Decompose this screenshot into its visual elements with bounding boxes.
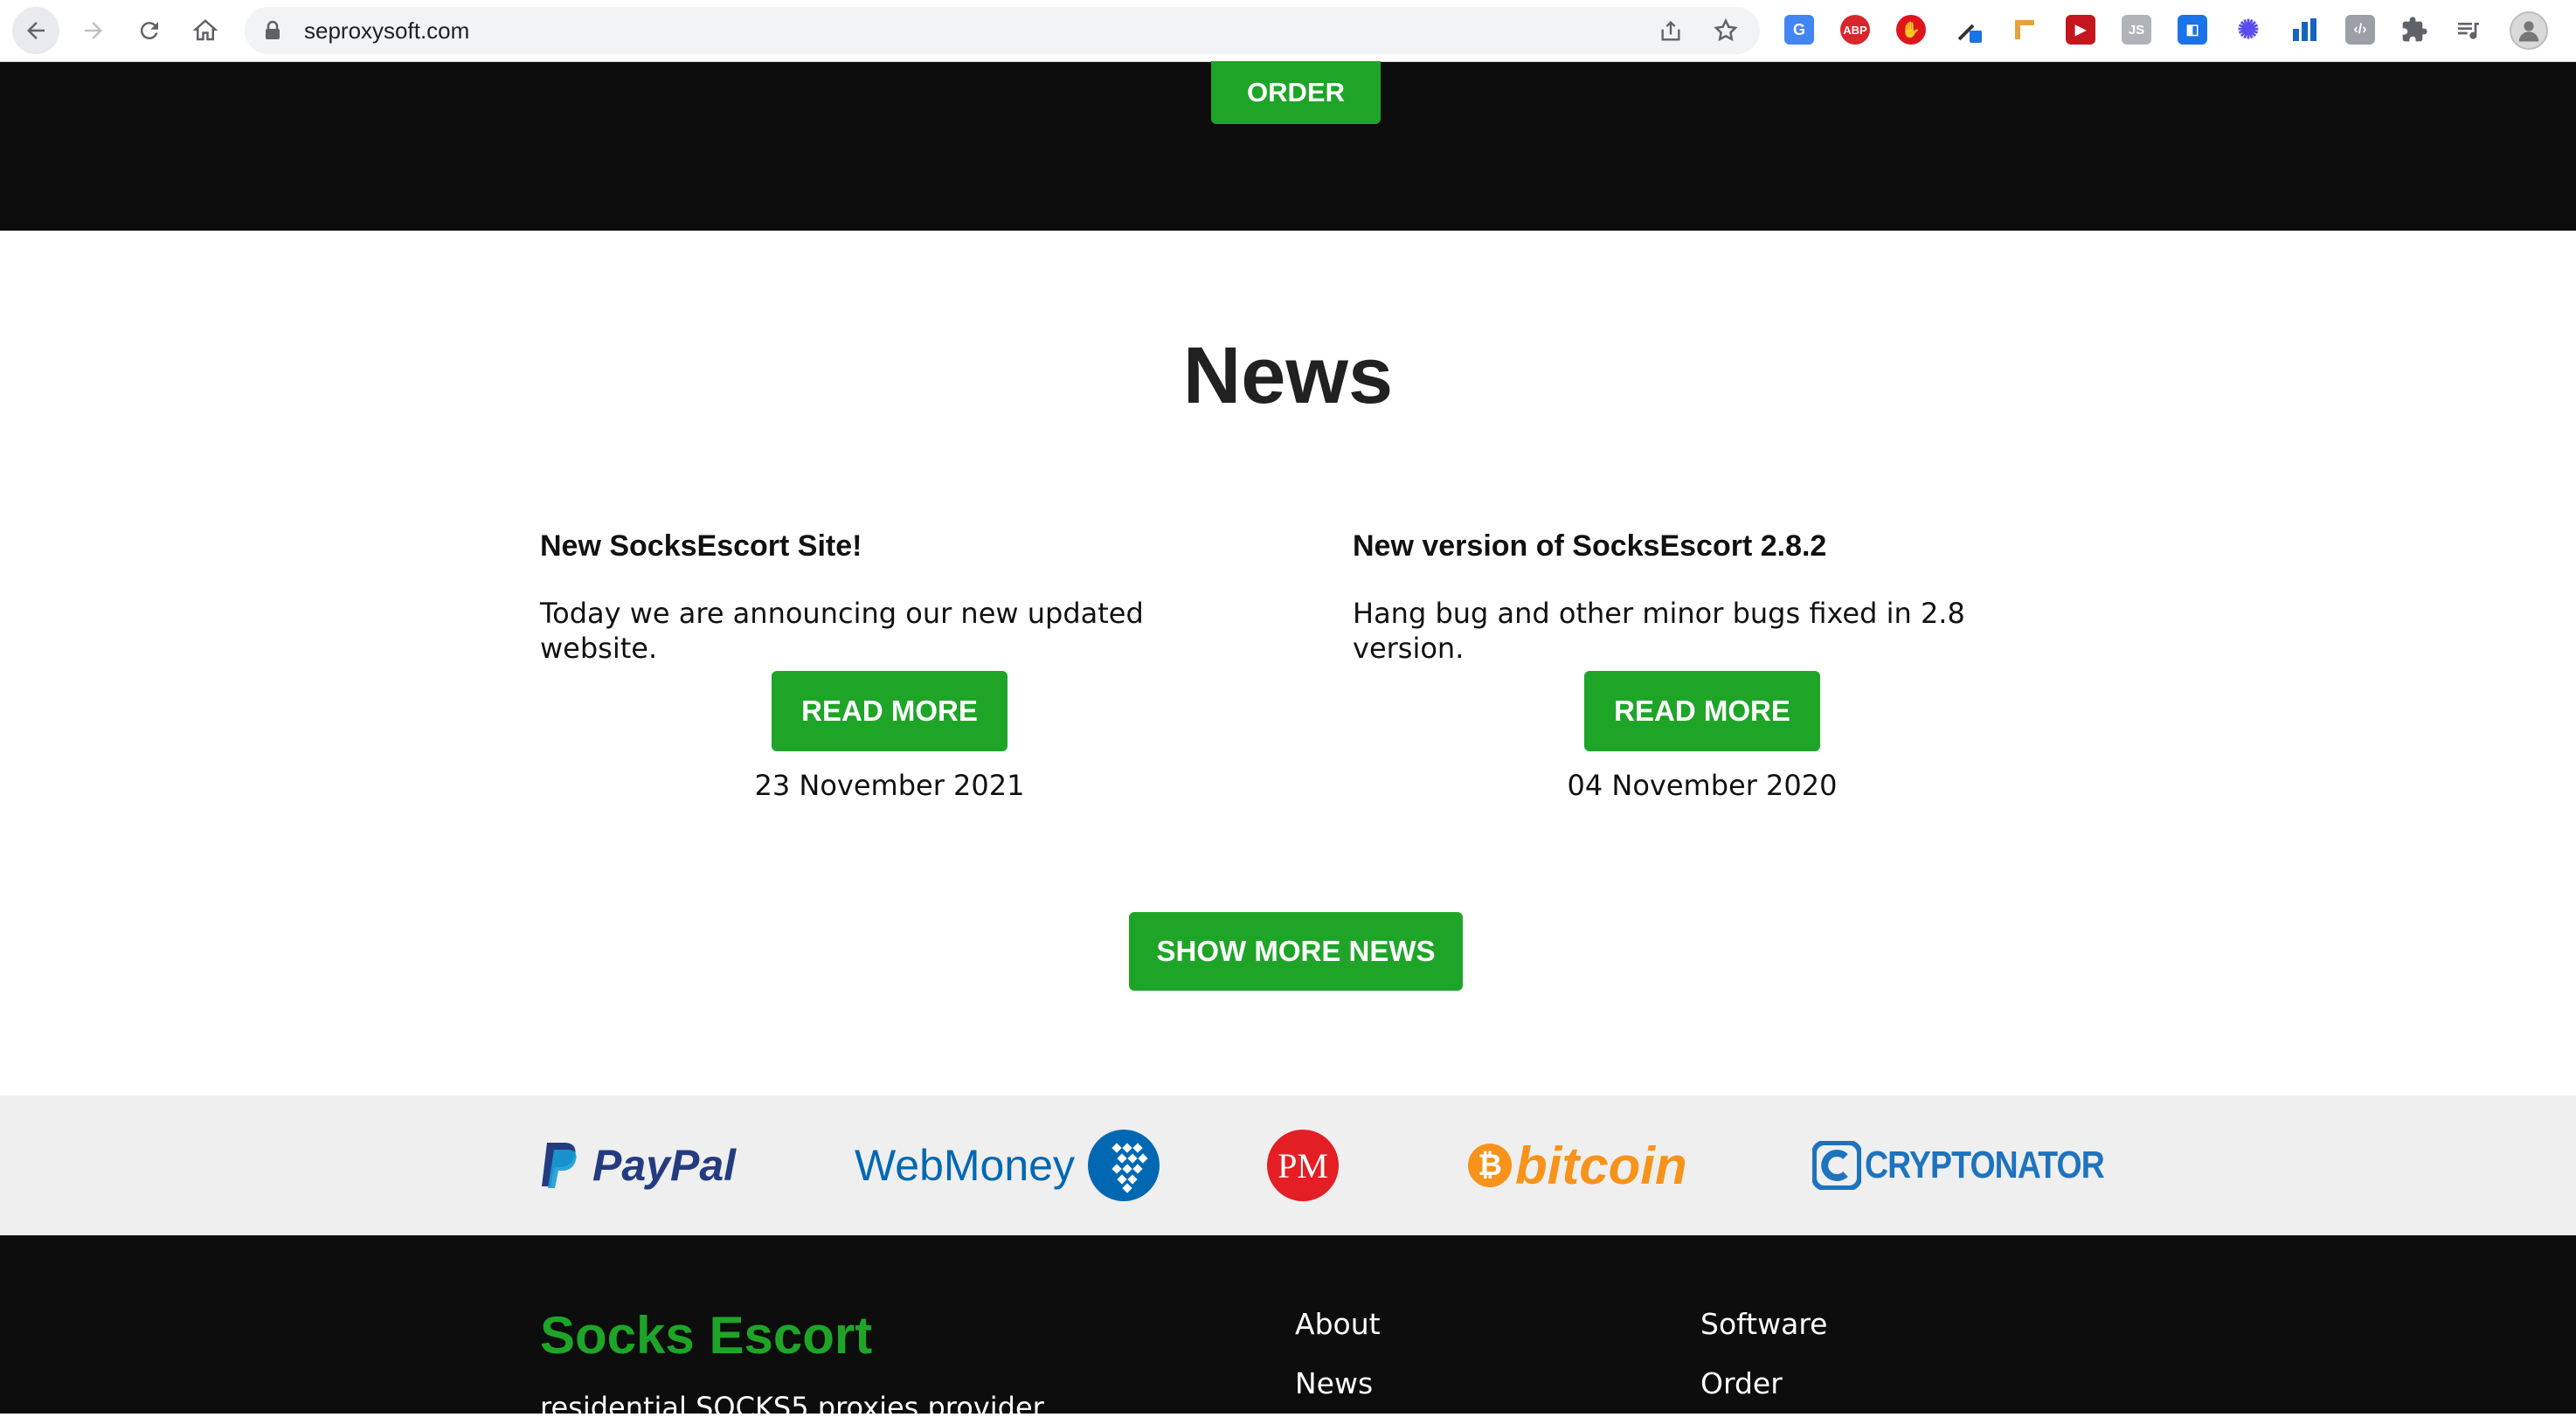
bitcoin-logo: ₿ bitcoin — [1468, 1096, 1687, 1235]
home-button[interactable] — [182, 7, 229, 54]
cryptonator-logo: CRYPTONATOR — [1812, 1096, 2146, 1235]
forward-button[interactable] — [70, 7, 117, 54]
bookmark-star-icon[interactable] — [1713, 17, 1739, 44]
media-playlist-icon[interactable] — [2454, 15, 2483, 45]
adblock-plus-icon[interactable]: ABP — [1840, 15, 1870, 45]
analytics-icon[interactable] — [2289, 15, 2319, 45]
news-headline[interactable]: New version of SocksEscort 2.8.2 — [1353, 524, 2069, 568]
footer-link-about[interactable]: About — [1295, 1307, 1381, 1341]
news-summary: Today we are announcing our new updated … — [540, 597, 1144, 665]
browser-toolbar: seproxysoft.com G ABP ✋ ▶ JS ◧ ✺ ‹/› — [0, 0, 2576, 62]
google-translate-icon[interactable]: G — [1784, 15, 1814, 45]
url-text: seproxysoft.com — [304, 17, 470, 44]
footer-brand[interactable]: Socks Escort — [540, 1305, 872, 1365]
arrow-left-icon — [27, 22, 45, 39]
news-headline[interactable]: New SocksEscort Site! — [540, 524, 1257, 568]
read-more-button[interactable]: READ MORE — [772, 671, 1008, 751]
reload-button[interactable] — [126, 7, 173, 54]
news-summary: Hang bug and other minor bugs fixed in 2… — [1353, 597, 1965, 665]
news-date: 23 November 2021 — [754, 769, 1025, 802]
footer-tagline: residential SOCKS5 proxies provider — [540, 1391, 1044, 1424]
payment-methods-bar: PayPal WebMoney PM ₿ bitcoin CRYPTONATOR — [0, 1096, 2576, 1235]
stop-hand-icon[interactable]: ✋ — [1896, 15, 1926, 45]
footer: Socks Escort residential SOCKS5 proxies … — [0, 1235, 2576, 1424]
reload-icon — [140, 22, 158, 40]
tag-icon[interactable]: ◧ — [2178, 15, 2207, 45]
paypal-icon — [542, 1143, 577, 1188]
webmoney-logo: WebMoney — [855, 1096, 1160, 1235]
news-date: 04 November 2020 — [1567, 769, 1838, 802]
order-button[interactable]: ORDER — [1211, 61, 1381, 124]
arrow-right-icon — [85, 22, 102, 39]
address-bar[interactable]: seproxysoft.com — [245, 7, 1760, 54]
news-item: New SocksEscort Site! Today we are annou… — [540, 524, 1257, 802]
code-icon[interactable]: ‹/› — [2345, 15, 2375, 45]
show-more-news-button[interactable]: SHOW MORE NEWS — [1129, 912, 1463, 991]
ruler-icon[interactable] — [2010, 15, 2039, 45]
perfect-money-icon: PM — [1267, 1130, 1339, 1201]
footer-link-software[interactable]: Software — [1700, 1307, 1827, 1341]
read-more-button[interactable]: READ MORE — [1584, 671, 1820, 751]
news-item: New version of SocksEscort 2.8.2 Hang bu… — [1353, 524, 2069, 802]
back-button[interactable] — [12, 7, 59, 54]
video-speed-icon[interactable]: ▶ — [2066, 15, 2095, 45]
cryptonator-icon — [1812, 1141, 1861, 1190]
eyedropper-icon[interactable] — [1954, 15, 1984, 45]
puzzle-icon[interactable] — [2399, 15, 2429, 45]
snowflake-icon[interactable]: ✺ — [2233, 15, 2263, 45]
paypal-logo: PayPal — [540, 1096, 736, 1235]
webmoney-icon — [1087, 1130, 1160, 1201]
footer-link-order[interactable]: Order — [1700, 1366, 1783, 1400]
news-title: News — [1182, 331, 1394, 420]
bitcoin-icon: ₿ — [1468, 1144, 1512, 1187]
javascript-icon[interactable]: JS — [2122, 15, 2151, 45]
perfect-money-logo: PM — [1267, 1096, 1339, 1235]
user-icon — [2518, 21, 2539, 42]
home-icon — [192, 19, 218, 41]
lock-icon — [266, 20, 280, 39]
footer-link-news[interactable]: News — [1295, 1366, 1373, 1400]
share-icon[interactable] — [1658, 19, 1683, 44]
profile-avatar[interactable] — [2510, 11, 2548, 50]
